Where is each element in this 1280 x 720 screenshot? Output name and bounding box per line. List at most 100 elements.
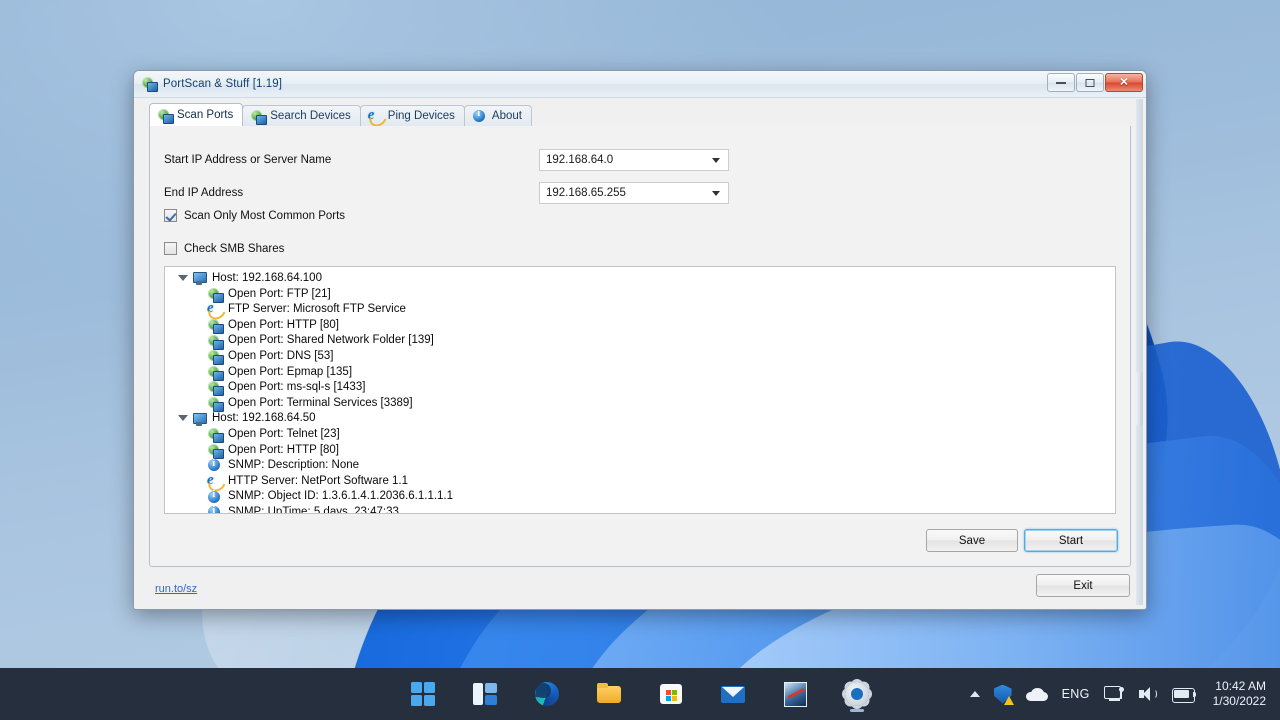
scan-ports-panel: Start IP Address or Server Name 192.168.… [149, 126, 1131, 567]
tree-item[interactable]: Open Port: Epmap [135] [169, 365, 1115, 381]
taskbar-widgets-button[interactable] [465, 674, 505, 714]
tab-ping-devices-label: Ping Devices [387, 110, 455, 122]
tree-host-label: Host: 192.168.64.100 [212, 272, 322, 284]
tree-item[interactable]: Open Port: FTP [21] [169, 287, 1115, 303]
mail-icon [720, 681, 746, 707]
tab-about-label: About [491, 110, 522, 122]
info-icon [207, 489, 223, 505]
tree-item-label: Open Port: DNS [53] [228, 349, 334, 362]
file-explorer-icon [596, 681, 622, 707]
tree-item[interactable]: SNMP: Object ID: 1.3.6.1.4.1.2036.6.1.1.… [169, 489, 1115, 505]
save-button[interactable]: Save [926, 529, 1018, 552]
tree-item[interactable]: FTP Server: Microsoft FTP Service [169, 300, 1115, 318]
taskbar-clock[interactable]: 10:42 AM 1/30/2022 [1203, 679, 1272, 709]
smb-shares-checkbox[interactable] [164, 242, 177, 255]
chevron-down-icon[interactable] [712, 191, 720, 196]
microsoft-store-icon [658, 681, 684, 707]
tree-item[interactable]: SNMP: Description: None [169, 458, 1115, 474]
taskbar-edge-button[interactable] [527, 674, 567, 714]
photos-icon [782, 681, 808, 707]
tree-item[interactable]: Open Port: DNS [53] [169, 349, 1115, 366]
network-button[interactable] [1097, 674, 1131, 714]
start-ip-combobox[interactable]: 192.168.64.0 [539, 149, 729, 171]
taskbar-explorer-button[interactable] [589, 674, 629, 714]
tree-host-node[interactable]: Host: 192.168.64.100 [169, 271, 1115, 287]
start-button[interactable]: Start [1024, 529, 1118, 552]
common-ports-checkbox-row[interactable]: Scan Only Most Common Ports [164, 209, 345, 222]
tab-bar: Scan Ports Search Devices Ping Devices A… [149, 103, 1131, 126]
clock-date: 1/30/2022 [1212, 694, 1266, 708]
show-hidden-icons-button[interactable] [963, 674, 987, 714]
tab-ping-devices[interactable]: Ping Devices [359, 105, 465, 126]
tree-item-label: SNMP: Object ID: 1.3.6.1.4.1.2036.6.1.1.… [228, 490, 454, 503]
tree-item[interactable]: HTTP Server: NetPort Software 1.1 [169, 472, 1115, 490]
taskbar-icons [403, 668, 877, 720]
tab-search-devices[interactable]: Search Devices [242, 105, 361, 126]
end-ip-row: End IP Address 192.168.65.255 [164, 181, 1106, 205]
window-titlebar[interactable]: PortScan & Stuff [1.19] ✕ [134, 71, 1146, 98]
tree-item-label: Open Port: Shared Network Folder [139] [228, 334, 434, 347]
tree-item-label: Open Port: FTP [21] [228, 287, 331, 300]
onedrive-button[interactable] [1019, 674, 1055, 714]
taskbar-store-button[interactable] [651, 674, 691, 714]
window-scrollbar-thumb[interactable] [1136, 371, 1143, 427]
tree-item-label: Open Port: HTTP [80] [228, 443, 340, 456]
common-ports-checkbox[interactable] [164, 209, 177, 222]
start-ip-label: Start IP Address or Server Name [164, 154, 332, 166]
tree-item[interactable]: Open Port: HTTP [80] [169, 318, 1115, 335]
system-tray: ENG 10:42 AM 1/30/2022 [963, 668, 1272, 720]
language-indicator[interactable]: ENG [1055, 674, 1097, 714]
battery-button[interactable] [1165, 674, 1203, 714]
end-ip-value: 192.168.65.255 [546, 187, 626, 199]
host-computer-icon [191, 271, 207, 286]
scan-results-tree[interactable]: Host: 192.168.64.100 Open Port: FTP [21]… [164, 266, 1116, 514]
host-computer-icon [191, 412, 207, 427]
taskbar-mail-button[interactable] [713, 674, 753, 714]
network-icon [1103, 686, 1124, 702]
tab-scan-ports-label: Scan Ports [177, 109, 234, 121]
common-ports-label: Scan Only Most Common Ports [184, 209, 346, 222]
tree-item-label: Open Port: Telnet [23] [228, 427, 340, 440]
minimize-button[interactable] [1047, 73, 1075, 92]
tree-item[interactable]: Open Port: ms-sql-s [1433] [169, 380, 1115, 397]
tree-item-label: HTTP Server: NetPort Software 1.1 [228, 474, 409, 487]
expander-icon[interactable] [177, 274, 188, 284]
tree-item-label: SNMP: Description: None [228, 459, 360, 472]
ping-devices-icon [368, 107, 383, 124]
chevron-up-icon [969, 691, 980, 697]
windows-security-button[interactable] [987, 674, 1019, 714]
expander-icon[interactable] [177, 414, 188, 424]
footer-link[interactable]: run.to/sz [155, 583, 197, 595]
tree-item[interactable]: Open Port: Terminal Services [3389] [169, 396, 1115, 413]
end-ip-label: End IP Address [164, 187, 244, 199]
taskbar-photos-button[interactable] [775, 674, 815, 714]
server-browser-icon [207, 300, 223, 317]
tab-about[interactable]: About [463, 105, 532, 126]
exit-button[interactable]: Exit [1036, 574, 1130, 597]
tree-item-label: Open Port: ms-sql-s [1433] [228, 381, 366, 394]
taskbar-settings-button[interactable] [837, 674, 877, 714]
end-ip-combobox[interactable]: 192.168.65.255 [539, 182, 729, 204]
volume-button[interactable] [1131, 674, 1165, 714]
window-title: PortScan & Stuff [1.19] [163, 78, 283, 90]
taskbar-start-button[interactable] [403, 674, 443, 714]
maximize-button[interactable] [1076, 73, 1104, 92]
tree-item[interactable]: Open Port: Telnet [23] [169, 427, 1115, 444]
tree-item[interactable]: Open Port: Shared Network Folder [139] [169, 333, 1115, 350]
scan-ports-icon [157, 108, 174, 124]
close-button[interactable]: ✕ [1105, 73, 1143, 92]
smb-shares-label: Check SMB Shares [184, 242, 285, 255]
taskbar: ENG 10:42 AM 1/30/2022 [0, 668, 1280, 720]
tree-item[interactable]: Open Port: HTTP [80] [169, 443, 1115, 459]
edge-browser-icon [534, 681, 560, 707]
tree-host-node[interactable]: Host: 192.168.64.50 [169, 411, 1115, 427]
portscan-window: PortScan & Stuff [1.19] ✕ Scan Ports Sea… [133, 70, 1147, 610]
window-scrollbar-track[interactable] [1136, 99, 1143, 605]
smb-shares-checkbox-row[interactable]: Check SMB Shares [164, 242, 284, 255]
widgets-icon [472, 681, 498, 707]
tree-item[interactable]: SNMP: UpTime: 5 days, 23:47:33 [169, 505, 1115, 513]
tab-scan-ports[interactable]: Scan Ports [149, 103, 244, 126]
chevron-down-icon[interactable] [712, 158, 720, 163]
open-port-icon [207, 349, 224, 366]
window-controls: ✕ [1047, 73, 1143, 92]
